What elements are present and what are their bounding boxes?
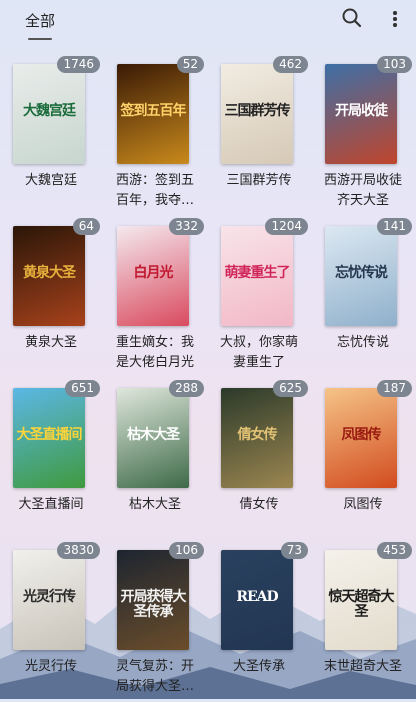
unread-count-badge: 73 (280, 542, 308, 559)
book-cover-text: 黄泉大圣 (23, 265, 76, 281)
book-cover-text: 凤图传 (341, 427, 382, 443)
book-cover[interactable]: 三国群芳传 (221, 64, 293, 164)
book-item[interactable]: 光灵行传 3830 光灵行传 (0, 542, 104, 702)
book-cover[interactable]: 凤图传 (325, 388, 397, 488)
book-cover-text: 大魏宫廷 (23, 103, 76, 119)
book-cover[interactable]: 倩女传 (221, 388, 293, 488)
book-item[interactable]: 黄泉大圣 64 黄泉大圣 (0, 218, 104, 378)
book-item[interactable]: 大圣直播间 651 大圣直播间 (0, 380, 104, 540)
book-item[interactable]: 凤图传 187 凤图传 (312, 380, 416, 540)
book-title: 三国群芳传 (226, 173, 292, 188)
book-title: 大圣直播间 (18, 497, 84, 512)
book-item[interactable]: 白月光 332 重生嫡女：我是大佬白月光 (104, 218, 208, 378)
book-title: 黄泉大圣 (24, 335, 77, 350)
unread-count-badge: 1746 (57, 56, 100, 73)
top-bar: 全部 (0, 0, 416, 46)
book-cover[interactable]: 忘忧传说 (325, 226, 397, 326)
book-cover-text: 签到五百年 (120, 103, 187, 119)
unread-count-badge: 453 (377, 542, 412, 559)
book-title: 大魏宫廷 (24, 173, 77, 188)
book-title: 西游开局收徒齐天大圣 (323, 173, 402, 208)
tab-all-label: 全部 (24, 12, 55, 30)
book-cover-text: READ (236, 589, 278, 605)
book-item[interactable]: 三国群芳传 462 三国群芳传 (208, 56, 312, 216)
book-cover-text: 光灵行传 (23, 589, 76, 605)
book-title: 光灵行传 (24, 659, 77, 674)
book-item[interactable]: 枯木大圣 288 枯木大圣 (104, 380, 208, 540)
book-cover-text: 惊天超奇大圣 (328, 589, 395, 620)
unread-count-badge: 625 (273, 380, 308, 397)
book-cover-text: 忘忧传说 (335, 265, 388, 281)
unread-count-badge: 64 (72, 218, 100, 235)
book-item[interactable]: 开局收徒 103 西游开局收徒齐天大圣 (312, 56, 416, 216)
book-title: 末世超奇大圣 (323, 659, 402, 674)
book-cover[interactable]: 签到五百年 (117, 64, 189, 164)
unread-count-badge: 651 (65, 380, 100, 397)
book-cover-text: 三国群芳传 (224, 103, 291, 119)
book-cover[interactable]: 黄泉大圣 (13, 226, 85, 326)
book-item[interactable]: 签到五百年 52 西游：签到五百年，我夺… (104, 56, 208, 216)
unread-count-badge: 1204 (265, 218, 308, 235)
book-title: 枯木大圣 (128, 497, 181, 512)
book-title: 忘忧传说 (336, 335, 389, 350)
tab-all[interactable]: 全部 (14, 6, 66, 40)
book-item[interactable]: 大魏宫廷 1746 大魏宫廷 (0, 56, 104, 216)
unread-count-badge: 106 (169, 542, 204, 559)
book-title: 大圣传承 (232, 659, 285, 674)
unread-count-badge: 103 (377, 56, 412, 73)
book-item[interactable]: 惊天超奇大圣 453 末世超奇大圣 (312, 542, 416, 702)
book-title: 西游：签到五百年，我夺… (115, 173, 194, 208)
book-cover-text: 开局收徒 (335, 103, 388, 119)
search-button[interactable] (340, 6, 364, 30)
book-item[interactable]: 倩女传 625 倩女传 (208, 380, 312, 540)
unread-count-badge: 187 (377, 380, 412, 397)
book-title: 倩女传 (239, 497, 279, 512)
book-cover[interactable]: 开局收徒 (325, 64, 397, 164)
book-cover[interactable]: 白月光 (117, 226, 189, 326)
tab-active-indicator (28, 38, 52, 40)
book-cover-text: 倩女传 (237, 427, 278, 443)
unread-count-badge: 3830 (57, 542, 100, 559)
book-cover-text: 萌妻重生了 (224, 265, 291, 281)
more-vertical-icon (393, 11, 397, 15)
book-cover[interactable]: 惊天超奇大圣 (325, 550, 397, 650)
book-cover[interactable]: READ (221, 550, 293, 650)
book-cover-text: 枯木大圣 (127, 427, 180, 443)
book-item[interactable]: 开局获得大圣传承 106 灵气复苏：开局获得大圣… (104, 542, 208, 702)
more-options-button[interactable] (384, 6, 404, 30)
unread-count-badge: 141 (377, 218, 412, 235)
book-title: 大叔，你家萌妻重生了 (219, 335, 298, 370)
book-cover-text: 大圣直播间 (16, 427, 83, 443)
book-title: 凤图传 (343, 497, 383, 512)
book-cover[interactable]: 枯木大圣 (117, 388, 189, 488)
book-cover-text: 开局获得大圣传承 (120, 589, 187, 620)
book-cover[interactable]: 光灵行传 (13, 550, 85, 650)
unread-count-badge: 52 (176, 56, 204, 73)
book-cover[interactable]: 萌妻重生了 (221, 226, 293, 326)
book-cover-text: 白月光 (133, 265, 174, 281)
unread-count-badge: 288 (169, 380, 204, 397)
unread-count-badge: 332 (169, 218, 204, 235)
book-cover[interactable]: 开局获得大圣传承 (117, 550, 189, 650)
search-icon (342, 8, 362, 28)
unread-count-badge: 462 (273, 56, 308, 73)
book-cover[interactable]: 大魏宫廷 (13, 64, 85, 164)
book-item[interactable]: 萌妻重生了 1204 大叔，你家萌妻重生了 (208, 218, 312, 378)
book-cover[interactable]: 大圣直播间 (13, 388, 85, 488)
book-title: 灵气复苏：开局获得大圣… (115, 659, 194, 694)
book-title: 重生嫡女：我是大佬白月光 (115, 335, 194, 370)
book-item[interactable]: READ 73 大圣传承 (208, 542, 312, 702)
book-item[interactable]: 忘忧传说 141 忘忧传说 (312, 218, 416, 378)
